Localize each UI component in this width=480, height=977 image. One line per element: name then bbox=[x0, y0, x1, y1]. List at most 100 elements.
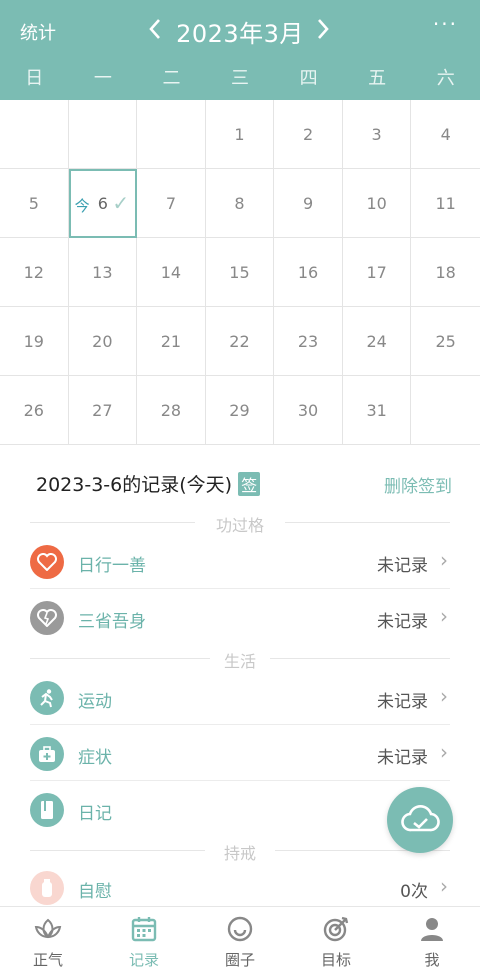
heart-icon bbox=[30, 545, 64, 579]
list-item-symptom[interactable]: 症状 未记录 › bbox=[30, 726, 450, 781]
tab-label: 圈子 bbox=[224, 951, 255, 969]
item-status: 0次 bbox=[400, 882, 428, 902]
calendar-day-cell[interactable]: 22 bbox=[205, 307, 275, 376]
calendar-day-number: 6 bbox=[97, 194, 108, 213]
calendar-day-cell[interactable]: 29 bbox=[205, 376, 275, 445]
calendar-day-cell[interactable]: 14 bbox=[137, 238, 206, 307]
chevron-right-icon: › bbox=[440, 604, 448, 628]
item-status: 未记录 bbox=[377, 692, 428, 712]
tab-circle[interactable]: 圈子 bbox=[192, 907, 288, 977]
medical-kit-icon bbox=[30, 737, 64, 771]
calendar-header: 统计 2023年3月 ··· 日 一 二 三 四 五 六 bbox=[0, 0, 480, 100]
delete-sign-button[interactable]: 删除签到 bbox=[384, 472, 452, 497]
list-item-good-deed[interactable]: 日行一善 未记录 › bbox=[30, 534, 450, 589]
calendar-day-cell[interactable]: 10 bbox=[342, 169, 412, 238]
more-options-icon[interactable]: ··· bbox=[433, 12, 458, 36]
user-icon bbox=[421, 918, 443, 941]
calendar-grid: 1 2 3 4 5 今 6 ✓ 7 8 9 10 11 12 13 14 15 … bbox=[0, 100, 480, 445]
sign-badge: 签 bbox=[238, 472, 261, 496]
cloud-sync-button[interactable] bbox=[387, 787, 453, 853]
calendar-day-cell[interactable]: 30 bbox=[274, 376, 343, 445]
tab-label: 记录 bbox=[128, 951, 159, 969]
calendar-day-cell[interactable] bbox=[137, 100, 206, 169]
chevron-right-icon: › bbox=[440, 874, 448, 898]
weekday-sun: 日 bbox=[25, 68, 44, 89]
weekday-thu: 四 bbox=[299, 68, 318, 89]
calendar-day-cell[interactable]: 2 bbox=[274, 100, 343, 169]
item-label: 症状 bbox=[78, 748, 112, 768]
calendar-day-cell[interactable]: 31 bbox=[342, 376, 412, 445]
calendar-icon bbox=[131, 917, 157, 942]
calendar-day-cell[interactable]: 18 bbox=[411, 238, 480, 307]
tab-label: 我 bbox=[424, 951, 440, 969]
weekday-fri: 五 bbox=[368, 68, 387, 89]
month-title: 2023年3月 bbox=[176, 20, 304, 48]
target-icon bbox=[323, 916, 349, 942]
item-label: 日行一善 bbox=[78, 556, 146, 576]
tab-me[interactable]: 我 bbox=[384, 907, 480, 977]
weekday-sat: 六 bbox=[436, 68, 455, 89]
calendar-day-cell[interactable]: 26 bbox=[0, 376, 69, 445]
chevron-right-icon: › bbox=[440, 548, 448, 572]
section-merit: 功过格 bbox=[30, 512, 450, 535]
calendar-day-cell[interactable]: 24 bbox=[342, 307, 412, 376]
section-merit-label: 功过格 bbox=[215, 516, 264, 535]
item-status: 未记录 bbox=[377, 748, 428, 768]
section-precept: 持戒 bbox=[30, 840, 450, 863]
weekday-row: 日 一 二 三 四 五 六 bbox=[0, 64, 480, 90]
calendar-day-cell[interactable]: 13 bbox=[68, 238, 138, 307]
item-label: 运动 bbox=[78, 692, 112, 712]
cloud-check-icon bbox=[401, 805, 440, 832]
tab-zhengqi[interactable]: 正气 bbox=[0, 907, 96, 977]
calendar-day-cell[interactable]: 3 bbox=[342, 100, 412, 169]
smile-face-icon bbox=[227, 916, 253, 942]
list-item-diary[interactable]: 日记 未 bbox=[30, 782, 450, 837]
calendar-day-cell[interactable]: 25 bbox=[411, 307, 480, 376]
item-label: 自慰 bbox=[78, 882, 112, 902]
calendar-day-cell[interactable] bbox=[0, 100, 69, 169]
chevron-right-icon: › bbox=[440, 684, 448, 708]
weekday-tue: 二 bbox=[162, 68, 181, 89]
record-date-title: 2023-3-6的记录(今天) bbox=[36, 474, 233, 496]
checked-icon: ✓ bbox=[112, 191, 130, 215]
notebook-icon bbox=[30, 793, 64, 827]
calendar-day-cell[interactable]: 8 bbox=[205, 169, 275, 238]
weekday-wed: 三 bbox=[231, 68, 250, 89]
section-life: 生活 bbox=[30, 648, 450, 671]
next-month-icon[interactable] bbox=[308, 12, 338, 46]
calendar-day-cell[interactable]: 19 bbox=[0, 307, 69, 376]
item-status: 未记录 bbox=[377, 612, 428, 632]
tab-label: 正气 bbox=[32, 951, 63, 969]
running-icon bbox=[30, 681, 64, 715]
calendar-day-cell[interactable]: 11 bbox=[411, 169, 480, 238]
calendar-day-cell[interactable]: 16 bbox=[274, 238, 343, 307]
calendar-day-cell[interactable]: 15 bbox=[205, 238, 275, 307]
calendar-day-cell[interactable]: 7 bbox=[137, 169, 206, 238]
calendar-day-cell[interactable]: 20 bbox=[68, 307, 138, 376]
calendar-day-cell[interactable]: 23 bbox=[274, 307, 343, 376]
calendar-day-cell[interactable]: 12 bbox=[0, 238, 69, 307]
bottom-tab-bar: 正气 记录 圈子 目标 我 bbox=[0, 906, 480, 977]
calendar-day-cell[interactable] bbox=[68, 100, 138, 169]
tab-goal[interactable]: 目标 bbox=[288, 907, 384, 977]
weekday-mon: 一 bbox=[93, 68, 112, 89]
list-item-exercise[interactable]: 运动 未记录 › bbox=[30, 670, 450, 725]
calendar-day-cell[interactable]: 28 bbox=[137, 376, 206, 445]
calendar-day-cell[interactable]: 5 bbox=[0, 169, 69, 238]
item-status: 未记录 bbox=[377, 556, 428, 576]
today-marker: 今 bbox=[74, 197, 90, 215]
lotus-icon bbox=[34, 918, 62, 939]
calendar-day-cell[interactable] bbox=[411, 376, 480, 445]
calendar-day-cell[interactable]: 9 bbox=[274, 169, 343, 238]
calendar-today-cell[interactable]: 今 6 ✓ bbox=[68, 169, 138, 238]
tab-record[interactable]: 记录 bbox=[96, 907, 192, 977]
item-label: 三省吾身 bbox=[78, 612, 146, 632]
calendar-day-cell[interactable]: 21 bbox=[137, 307, 206, 376]
calendar-day-cell[interactable]: 4 bbox=[411, 100, 480, 169]
calendar-day-cell[interactable]: 27 bbox=[68, 376, 138, 445]
calendar-day-cell[interactable]: 17 bbox=[342, 238, 412, 307]
broken-heart-icon bbox=[30, 601, 64, 635]
chevron-right-icon: › bbox=[440, 740, 448, 764]
list-item-reflect[interactable]: 三省吾身 未记录 › bbox=[30, 590, 450, 645]
calendar-day-cell[interactable]: 1 bbox=[205, 100, 275, 169]
